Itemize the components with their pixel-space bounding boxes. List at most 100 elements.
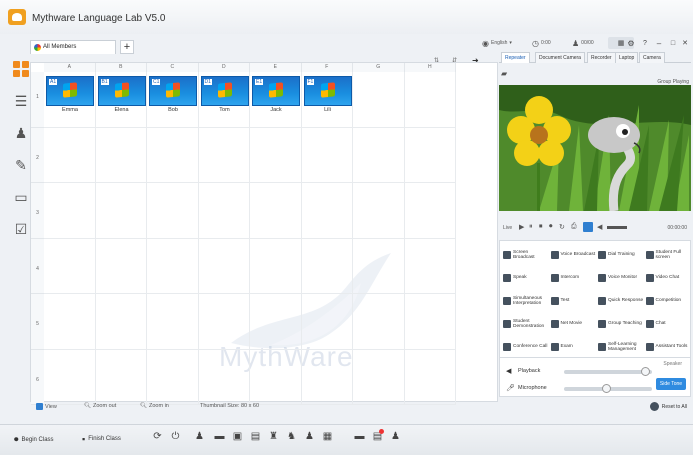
seat-cell[interactable] (404, 72, 456, 128)
student-thumbnail[interactable]: C1 Bob (149, 76, 197, 114)
function-button[interactable]: Dial Training (598, 245, 645, 265)
function-button[interactable]: Net Movie (550, 314, 598, 334)
chat-button[interactable]: ▬ (354, 431, 365, 442)
function-button[interactable]: Intercom (550, 268, 598, 288)
settings-button[interactable]: ⚙ (624, 37, 638, 49)
student-info-button[interactable]: ♟ (304, 431, 315, 442)
function-button[interactable]: Competition (645, 291, 693, 311)
function-button[interactable]: Assistant Tools (645, 337, 693, 357)
seat-cell[interactable] (147, 183, 199, 239)
student-thumbnail[interactable]: B1 Elena (97, 76, 146, 114)
monitor-button[interactable]: ▦ (322, 431, 333, 442)
seat-cell[interactable] (301, 127, 353, 183)
blank-screen-button[interactable]: ▣ (232, 431, 243, 442)
function-button[interactable]: Speak (503, 268, 550, 288)
seat-cell[interactable] (301, 349, 353, 405)
fullscreen-icon[interactable] (583, 222, 593, 232)
seat-cell[interactable] (198, 349, 250, 405)
zoom-in-button[interactable]: 🔍︎ Zoom in (140, 403, 169, 409)
function-button[interactable]: Voice Broadcast (550, 245, 598, 265)
microphone-slider-knob[interactable] (602, 384, 612, 393)
seat-cell[interactable] (301, 183, 353, 239)
seat-cell[interactable] (44, 349, 96, 405)
seat-cell[interactable] (44, 127, 96, 183)
seat-cell[interactable] (147, 238, 199, 294)
seat-cell[interactable] (44, 294, 96, 350)
seat-cell[interactable] (198, 183, 250, 239)
seat-cell[interactable] (250, 183, 302, 239)
hand-raise-button[interactable]: ♟ (390, 431, 401, 442)
seat-cell[interactable] (198, 127, 250, 183)
tab-all-members[interactable]: All Members (30, 40, 116, 54)
tab-document-camera[interactable]: Document Camera (535, 52, 585, 63)
refresh-button[interactable]: ⟳ (152, 431, 163, 442)
reset-all-button[interactable]: Reset to All (649, 402, 687, 411)
function-button[interactable]: Chat (645, 314, 693, 334)
snapshot-icon[interactable]: ⎙ (571, 223, 577, 231)
login-students-button[interactable]: ♟ (194, 431, 205, 442)
view-button[interactable]: View (36, 403, 57, 410)
play-icon[interactable]: ▶ (519, 223, 524, 231)
function-button[interactable]: Test (550, 291, 598, 311)
side-tone-button[interactable]: Side Tone (656, 378, 686, 390)
seat-cell[interactable] (404, 183, 456, 239)
seat-cell[interactable] (95, 127, 147, 183)
seat-cell[interactable] (44, 238, 96, 294)
close-button[interactable]: ✕ (678, 37, 692, 49)
seat-cell[interactable] (353, 349, 405, 405)
function-button[interactable]: Self-Learning Management (598, 337, 645, 357)
function-button[interactable]: Student Demonstration (503, 314, 550, 334)
sidebar-item-seat[interactable]: ▭ (12, 188, 30, 206)
seat-cell[interactable] (147, 349, 199, 405)
sidebar-item-edit[interactable]: ✎ (12, 156, 30, 174)
function-button[interactable]: Student Full screen (645, 245, 693, 265)
seat-cell[interactable] (147, 294, 199, 350)
repeat-icon[interactable]: ↻ (559, 223, 565, 231)
function-button[interactable]: Exam (550, 337, 598, 357)
function-button[interactable]: Voice Monitor (598, 268, 645, 288)
student-thumbnail[interactable]: F1 Lili (303, 76, 352, 114)
finish-class-button[interactable]: ▪ Finish Class (82, 434, 121, 444)
sidebar-item-groups[interactable]: ♟ (12, 124, 30, 142)
seat-cell[interactable] (198, 238, 250, 294)
function-button[interactable]: Conference Call (503, 337, 550, 357)
seat-cell[interactable] (353, 72, 405, 128)
zoom-out-button[interactable]: 🔍︎ Zoom out (84, 403, 116, 409)
seat-cell[interactable] (301, 294, 353, 350)
volume-slider[interactable] (607, 226, 627, 229)
playback-slider[interactable] (564, 367, 652, 376)
function-button[interactable]: Video Chat (645, 268, 693, 288)
seat-cell[interactable] (95, 183, 147, 239)
seat-cell[interactable] (353, 127, 405, 183)
volume-icon[interactable]: ◀ (597, 223, 602, 231)
seat-cell[interactable] (250, 238, 302, 294)
begin-class-button[interactable]: ⏺ Begin Class (14, 434, 54, 445)
seat-cell[interactable] (44, 183, 96, 239)
seat-cell[interactable] (404, 238, 456, 294)
function-button[interactable]: Group Teaching (598, 314, 645, 334)
seat-cell[interactable] (250, 349, 302, 405)
power-button[interactable]: ⏻ (170, 431, 181, 442)
lock-button[interactable]: ▤ (250, 431, 261, 442)
sidebar-item-layout[interactable] (12, 60, 30, 78)
seat-cell[interactable] (404, 127, 456, 183)
folder-icon[interactable]: ▰ (501, 69, 507, 78)
message-button[interactable]: ▬ (214, 431, 225, 442)
seat-cell[interactable] (95, 294, 147, 350)
assign-seat-button[interactable]: ♜ (268, 431, 279, 442)
seat-cell[interactable] (95, 349, 147, 405)
seat-cell[interactable] (353, 294, 405, 350)
add-tab-button[interactable]: + (120, 40, 134, 54)
student-thumbnail[interactable]: E1 Jack (252, 76, 300, 114)
playback-slider-knob[interactable] (640, 367, 650, 376)
notification-button[interactable]: ▤ (372, 429, 384, 442)
pause-icon[interactable]: ⏸ (529, 223, 533, 231)
seat-cell[interactable] (404, 349, 456, 405)
function-button[interactable]: Simultaneous Interpretation (503, 291, 550, 311)
seat-cell[interactable] (198, 294, 250, 350)
record-icon[interactable]: ⏺ (549, 223, 553, 231)
seat-cell[interactable] (353, 183, 405, 239)
seat-cell[interactable] (353, 238, 405, 294)
tab-camera[interactable]: Camera (639, 52, 665, 63)
tab-laptop[interactable]: Laptop (615, 52, 639, 63)
